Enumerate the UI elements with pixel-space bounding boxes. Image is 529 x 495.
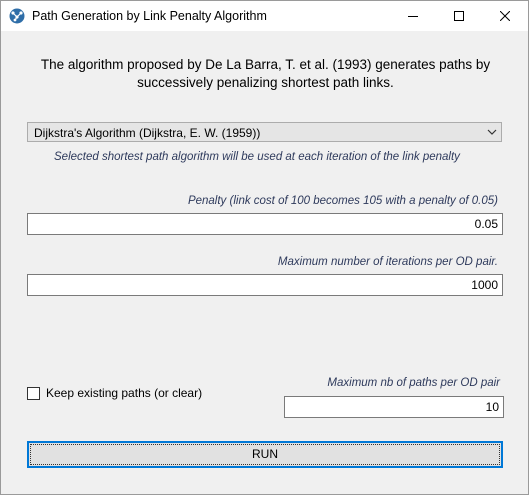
run-button-label: RUN <box>252 447 278 461</box>
window-title: Path Generation by Link Penalty Algorith… <box>32 9 267 23</box>
run-button[interactable]: RUN <box>27 441 503 468</box>
penalty-label: Penalty (link cost of 100 becomes 105 wi… <box>187 195 498 207</box>
keep-paths-label[interactable]: Keep existing paths (or clear) <box>46 386 202 400</box>
iterations-label: Maximum number of iterations per OD pair… <box>277 256 498 268</box>
keep-paths-checkbox[interactable] <box>27 387 40 400</box>
minimize-button[interactable] <box>390 1 436 31</box>
close-icon <box>500 11 510 21</box>
chevron-down-icon <box>487 129 497 135</box>
penalty-input[interactable]: 0.05 <box>27 213 503 235</box>
dialog-window: Path Generation by Link Penalty Algorith… <box>0 0 529 495</box>
algorithm-select[interactable]: Dijkstra's Algorithm (Dijkstra, E. W. (1… <box>27 122 502 142</box>
title-bar[interactable]: Path Generation by Link Penalty Algorith… <box>1 1 528 31</box>
max-paths-input[interactable]: 10 <box>284 396 504 418</box>
iterations-input[interactable]: 1000 <box>27 274 503 296</box>
close-button[interactable] <box>482 1 528 31</box>
maximize-button[interactable] <box>436 1 482 31</box>
minimize-icon <box>408 16 418 17</box>
intro-text: The algorithm proposed by De La Barra, T… <box>40 57 491 90</box>
algorithm-hint: Selected shortest path algorithm will be… <box>54 151 460 163</box>
network-graph-icon <box>9 8 25 24</box>
max-paths-label: Maximum nb of paths per OD pair <box>327 377 500 389</box>
algorithm-selected-value: Dijkstra's Algorithm (Dijkstra, E. W. (1… <box>34 126 261 140</box>
maximize-icon <box>454 11 464 21</box>
